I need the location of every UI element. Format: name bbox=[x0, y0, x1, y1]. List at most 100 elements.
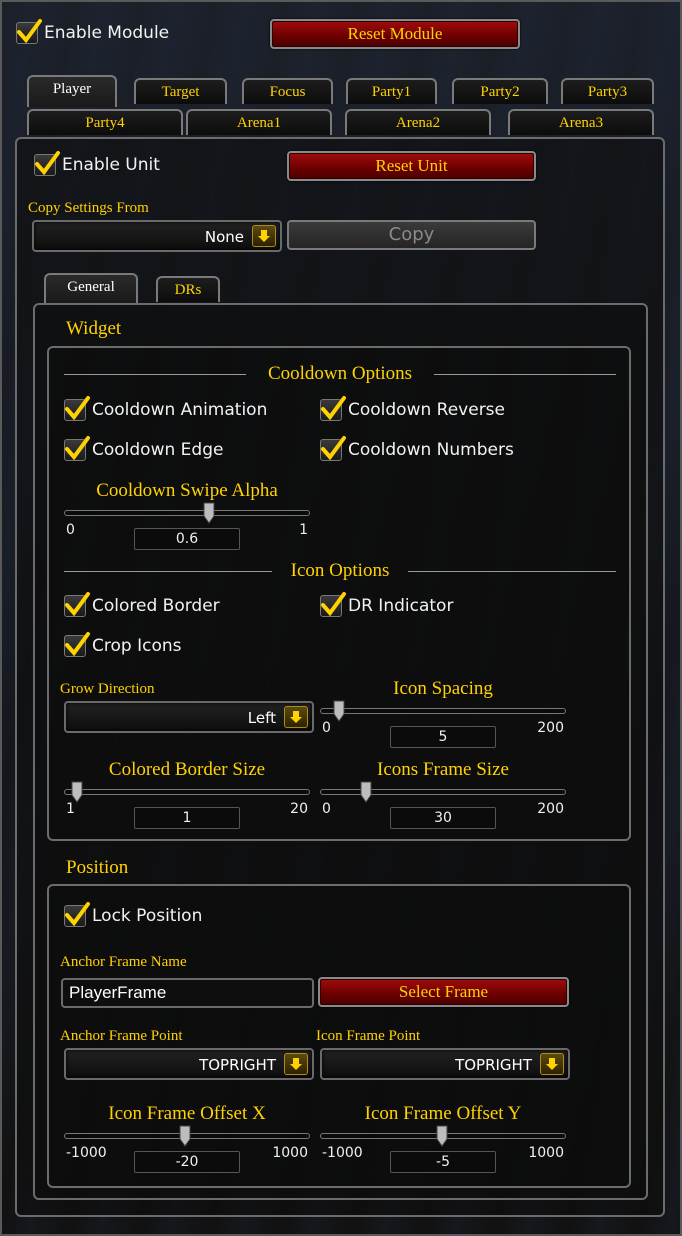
tab-party1[interactable]: Party1 bbox=[346, 78, 437, 104]
slider-max: 20 bbox=[290, 801, 308, 817]
tab-focus[interactable]: Focus bbox=[242, 78, 333, 104]
checkmark-icon bbox=[320, 436, 346, 461]
slider-title: Colored Border Size bbox=[108, 759, 266, 780]
tab-arena3[interactable]: Arena3 bbox=[508, 109, 654, 135]
slider-value-input[interactable]: -5 bbox=[390, 1151, 496, 1173]
slider-min: 0 bbox=[66, 522, 75, 538]
grow-direction-dropdown[interactable]: Left bbox=[64, 701, 314, 733]
slider-title: Cooldown Swipe Alpha bbox=[96, 480, 278, 501]
copy-settings-label: Copy Settings From bbox=[28, 200, 149, 216]
colored-border-label: Colored Border bbox=[92, 596, 220, 616]
crop-icons-checkbox[interactable]: Crop Icons bbox=[64, 632, 182, 657]
dropdown-arrow-icon[interactable] bbox=[284, 706, 308, 728]
icons-frame-size-slider[interactable]: Icons Frame Size 0 200 30 bbox=[320, 759, 566, 829]
tab-player[interactable]: Player bbox=[27, 75, 117, 107]
select-frame-button[interactable]: Select Frame bbox=[318, 977, 569, 1007]
slider-track[interactable] bbox=[64, 789, 310, 795]
dr-indicator-checkbox[interactable]: DR Indicator bbox=[320, 592, 454, 617]
tab-party3[interactable]: Party3 bbox=[561, 78, 654, 104]
slider-max: 1000 bbox=[272, 1145, 308, 1161]
slider-value-input[interactable]: 5 bbox=[390, 726, 496, 748]
slider-min: -1000 bbox=[66, 1145, 107, 1161]
cooldown-animation-label: Cooldown Animation bbox=[92, 400, 268, 420]
enable-module-checkbox[interactable]: Enable Module bbox=[16, 19, 170, 44]
swipe-alpha-slider[interactable]: Cooldown Swipe Alpha 0 1 0.6 bbox=[64, 480, 310, 550]
checkmark-icon bbox=[64, 396, 90, 421]
slider-thumb[interactable] bbox=[203, 502, 215, 524]
icon-frame-point-dropdown[interactable]: TOPRIGHT bbox=[320, 1048, 570, 1080]
dropdown-value: Left bbox=[247, 709, 276, 727]
slider-thumb[interactable] bbox=[360, 781, 372, 803]
anchor-frame-point-label: Anchor Frame Point bbox=[60, 1028, 183, 1044]
crop-icons-label: Crop Icons bbox=[92, 636, 182, 656]
dropdown-arrow-icon[interactable] bbox=[284, 1053, 308, 1075]
slider-min: 0 bbox=[322, 801, 331, 817]
anchor-frame-name-label: Anchor Frame Name bbox=[60, 954, 187, 970]
offset-y-slider[interactable]: Icon Frame Offset Y -1000 1000 -5 bbox=[320, 1103, 566, 1173]
checkmark-icon bbox=[320, 592, 346, 617]
icon-options-title: Icon Options bbox=[290, 560, 390, 581]
cooldown-edge-label: Cooldown Edge bbox=[92, 440, 224, 460]
slider-value-input[interactable]: -20 bbox=[134, 1151, 240, 1173]
slider-title: Icon Frame Offset X bbox=[108, 1103, 266, 1124]
checkmark-icon bbox=[320, 396, 346, 421]
cooldown-options-title: Cooldown Options bbox=[267, 363, 413, 384]
slider-thumb[interactable] bbox=[179, 1125, 191, 1147]
slider-max: 1 bbox=[299, 522, 308, 538]
slider-thumb[interactable] bbox=[71, 781, 83, 803]
reset-unit-button[interactable]: Reset Unit bbox=[287, 151, 536, 181]
slider-min: -1000 bbox=[322, 1145, 363, 1161]
lock-position-checkbox[interactable]: Lock Position bbox=[64, 902, 203, 927]
slider-max: 200 bbox=[537, 720, 564, 736]
cooldown-reverse-label: Cooldown Reverse bbox=[348, 400, 506, 420]
slider-value-input[interactable]: 30 bbox=[390, 807, 496, 829]
icon-options-divider: Icon Options bbox=[64, 560, 616, 582]
slider-value-input[interactable]: 0.6 bbox=[134, 528, 240, 550]
dropdown-value: TOPRIGHT bbox=[455, 1056, 532, 1074]
slider-thumb[interactable] bbox=[436, 1125, 448, 1147]
enable-module-label: Enable Module bbox=[44, 23, 170, 43]
tab-arena2[interactable]: Arena2 bbox=[345, 109, 491, 135]
dr-indicator-label: DR Indicator bbox=[348, 596, 454, 616]
dropdown-arrow-icon[interactable] bbox=[252, 225, 276, 247]
anchor-frame-name-input[interactable]: PlayerFrame bbox=[61, 978, 314, 1008]
icon-frame-point-label: Icon Frame Point bbox=[316, 1028, 421, 1044]
cooldown-edge-checkbox[interactable]: Cooldown Edge bbox=[64, 436, 224, 461]
tab-party4[interactable]: Party4 bbox=[27, 109, 183, 135]
dropdown-arrow-icon[interactable] bbox=[540, 1053, 564, 1075]
slider-track[interactable] bbox=[320, 789, 566, 795]
slider-thumb[interactable] bbox=[333, 700, 345, 722]
slider-track[interactable] bbox=[64, 510, 310, 516]
checkmark-icon bbox=[16, 19, 42, 44]
tab-party2[interactable]: Party2 bbox=[452, 78, 548, 104]
icon-spacing-slider[interactable]: Icon Spacing 0 200 5 bbox=[320, 678, 566, 748]
tab-arena1[interactable]: Arena1 bbox=[186, 109, 332, 135]
slider-value-input[interactable]: 1 bbox=[134, 807, 240, 829]
anchor-frame-point-dropdown[interactable]: TOPRIGHT bbox=[64, 1048, 314, 1080]
cooldown-options-divider: Cooldown Options bbox=[64, 363, 616, 385]
copy-settings-dropdown[interactable]: None bbox=[32, 220, 282, 252]
checkmark-icon bbox=[64, 632, 90, 657]
offset-x-slider[interactable]: Icon Frame Offset X -1000 1000 -20 bbox=[64, 1103, 310, 1173]
tab-general[interactable]: General bbox=[44, 273, 138, 303]
cooldown-reverse-checkbox[interactable]: Cooldown Reverse bbox=[320, 396, 506, 421]
lock-position-label: Lock Position bbox=[92, 906, 203, 926]
copy-button[interactable]: Copy bbox=[287, 220, 536, 250]
cooldown-numbers-checkbox[interactable]: Cooldown Numbers bbox=[320, 436, 514, 461]
cooldown-numbers-label: Cooldown Numbers bbox=[348, 440, 514, 460]
tab-target[interactable]: Target bbox=[134, 78, 227, 104]
grow-direction-label: Grow Direction bbox=[60, 681, 155, 697]
reset-module-button[interactable]: Reset Module bbox=[270, 19, 520, 49]
slider-title: Icon Spacing bbox=[393, 678, 493, 699]
checkmark-icon bbox=[64, 592, 90, 617]
slider-max: 1000 bbox=[528, 1145, 564, 1161]
slider-min: 0 bbox=[322, 720, 331, 736]
cooldown-animation-checkbox[interactable]: Cooldown Animation bbox=[64, 396, 268, 421]
colored-border-checkbox[interactable]: Colored Border bbox=[64, 592, 220, 617]
enable-unit-checkbox[interactable]: Enable Unit bbox=[34, 151, 160, 176]
slider-track[interactable] bbox=[320, 708, 566, 714]
slider-title: Icon Frame Offset Y bbox=[364, 1103, 522, 1124]
tab-drs[interactable]: DRs bbox=[156, 276, 220, 302]
checkmark-icon bbox=[34, 151, 60, 176]
colored-border-size-slider[interactable]: Colored Border Size 1 20 1 bbox=[64, 759, 310, 829]
